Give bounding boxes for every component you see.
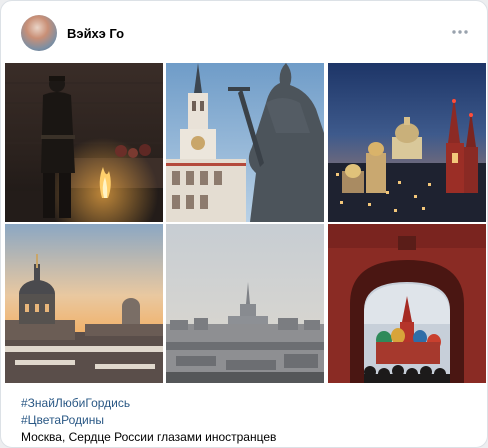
hashtag-link[interactable]: #ЗнайЛюбиГордись [21,395,276,412]
photo-msu-skyline[interactable] [166,224,324,383]
author-avatar[interactable] [21,15,57,51]
photo-red-square-night[interactable] [328,63,486,222]
more-options-icon[interactable] [451,25,469,39]
photo-eternal-flame[interactable] [5,63,163,222]
author-name[interactable]: Вэйхэ Го [67,26,124,41]
post-text: #ЗнайЛюбиГордись #ЦветаРодины Москва, Се… [21,395,276,446]
photo-kazansky-station[interactable] [166,63,324,222]
photo-kremlin-gate[interactable] [328,224,486,383]
post-card: Вэйхэ Го #ЗнайЛюбиГордись #ЦветаРодины М… [0,0,488,448]
photo-cathedral-sunset[interactable] [5,224,163,383]
photo-grid [5,63,486,383]
post-caption: Москва, Сердце России глазами иностранце… [21,430,277,444]
hashtag-link[interactable]: #ЦветаРодины [21,412,276,429]
post-header: Вэйхэ Го [1,1,487,63]
